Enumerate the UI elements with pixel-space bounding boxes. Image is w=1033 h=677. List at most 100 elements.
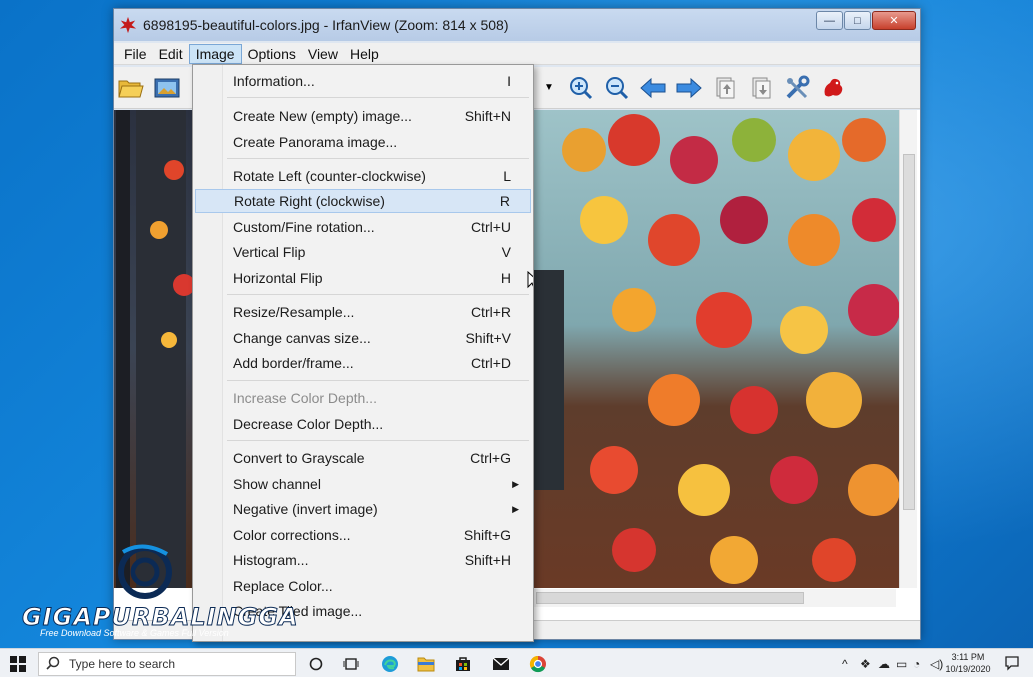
store-button[interactable] <box>453 654 473 674</box>
taskbar: Type here to search ^ ❖ ☁ ▭ ◔ ◁) 3:11 PM… <box>0 648 1033 677</box>
menu-item-information[interactable]: Information... I <box>195 69 531 93</box>
menu-bar: File Edit Image Options View Help <box>114 43 920 65</box>
chrome-button[interactable] <box>528 654 548 674</box>
menu-item-label: Change canvas size... <box>233 330 371 346</box>
watermark-brand: GIGAPURBALINGGA <box>22 603 299 632</box>
zoom-in-button[interactable] <box>568 75 594 101</box>
menu-item-histogram[interactable]: Histogram... Shift+H <box>195 548 531 572</box>
menu-item-canvas-size[interactable]: Change canvas size... Shift+V <box>195 326 531 350</box>
previous-image-button[interactable] <box>640 75 666 101</box>
menu-view[interactable]: View <box>302 45 344 63</box>
menu-item-resize[interactable]: Resize/Resample... Ctrl+R <box>195 300 531 324</box>
menu-item-shortcut: Ctrl+R <box>470 304 511 320</box>
menu-item-add-border[interactable]: Add border/frame... Ctrl+D <box>195 351 531 375</box>
search-placeholder: Type here to search <box>69 657 176 671</box>
menu-item-rotate-left[interactable]: Rotate Left (counter-clockwise) L <box>195 164 531 188</box>
menu-file[interactable]: File <box>118 45 153 63</box>
dropbox-icon[interactable]: ❖ <box>860 657 871 671</box>
vertical-scrollbar[interactable] <box>899 110 917 588</box>
window-title: 6898195-beautiful-colors.jpg - IrfanView… <box>143 17 509 33</box>
menu-image[interactable]: Image <box>188 43 242 64</box>
minimize-button[interactable]: — <box>816 11 843 30</box>
title-bar[interactable]: 6898195-beautiful-colors.jpg - IrfanView… <box>114 9 920 41</box>
cortana-circle-icon <box>309 657 323 671</box>
menu-item-grayscale[interactable]: Convert to Grayscale Ctrl+G <box>195 446 531 470</box>
menu-item-custom-rotation[interactable]: Custom/Fine rotation... Ctrl+U <box>195 215 531 239</box>
menu-item-label: Create New (empty) image... <box>233 108 412 124</box>
horizontal-scrollbar[interactable] <box>534 589 896 607</box>
menu-item-vertical-flip[interactable]: Vertical Flip V <box>195 240 531 264</box>
minimize-icon: — <box>824 14 835 27</box>
close-button[interactable]: ✕ <box>872 11 916 30</box>
taskbar-search-box[interactable]: Type here to search <box>38 652 296 676</box>
menu-item-create-new[interactable]: Create New (empty) image... Shift+N <box>195 104 531 128</box>
task-view-button[interactable] <box>341 654 361 674</box>
chevron-down-icon: ▼ <box>544 81 554 93</box>
next-image-button[interactable] <box>676 75 702 101</box>
vertical-scroll-thumb[interactable] <box>903 154 915 510</box>
onedrive-icon[interactable]: ☁ <box>878 657 890 671</box>
taskbar-clock[interactable]: 3:11 PM 10/19/2020 <box>944 651 992 675</box>
menu-item-increase-color-depth: Increase Color Depth... <box>195 386 531 410</box>
menu-options[interactable]: Options <box>242 45 302 63</box>
page-down-button[interactable] <box>748 75 774 101</box>
task-view-icon <box>343 658 359 670</box>
menu-item-show-channel[interactable]: Show channel ▶ <box>195 472 531 496</box>
menu-item-label: Show channel <box>233 476 321 492</box>
edge-icon <box>382 656 398 672</box>
menu-item-label: Rotate Right (clockwise) <box>234 193 385 209</box>
horizontal-scroll-thumb[interactable] <box>536 592 804 604</box>
cortana-button[interactable] <box>306 654 326 674</box>
menu-item-create-panorama[interactable]: Create Panorama image... <box>195 130 531 154</box>
slideshow-icon <box>154 78 180 98</box>
menu-item-decrease-color-depth[interactable]: Decrease Color Depth... <box>195 412 531 436</box>
maximize-button[interactable]: □ <box>844 11 871 30</box>
settings-button[interactable] <box>784 75 810 101</box>
menu-item-label: Rotate Left (counter-clockwise) <box>233 168 426 184</box>
watermark-tagline: Free Download Software & Games Full Vers… <box>40 628 229 638</box>
battery-icon[interactable]: ▭ <box>896 657 907 671</box>
settings-tools-icon <box>786 75 810 99</box>
menu-item-label: Custom/Fine rotation... <box>233 219 375 235</box>
mail-button[interactable] <box>491 654 511 674</box>
zoom-dropdown[interactable]: ▼ <box>534 75 564 99</box>
open-file-button[interactable] <box>118 75 144 101</box>
network-icon[interactable]: ◔ <box>913 657 920 671</box>
menu-item-negative[interactable]: Negative (invert image) ▶ <box>195 497 531 521</box>
menu-item-label: Create Panorama image... <box>233 134 398 150</box>
volume-icon[interactable]: ◁) <box>930 657 943 671</box>
menu-item-shortcut: Ctrl+D <box>470 355 511 371</box>
menu-item-replace-color[interactable]: Replace Color... <box>195 574 531 598</box>
notification-icon[interactable] <box>1004 655 1020 671</box>
menu-item-label: Vertical Flip <box>233 244 306 260</box>
menu-separator <box>227 158 529 159</box>
menu-item-horizontal-flip[interactable]: Horizontal Flip H <box>195 266 531 290</box>
irfanview-app-icon <box>119 16 137 34</box>
menu-item-label: Color corrections... <box>233 527 351 543</box>
menu-item-rotate-right[interactable]: Rotate Right (clockwise) R <box>195 189 531 213</box>
menu-edit[interactable]: Edit <box>153 45 189 63</box>
next-arrow-icon <box>676 77 702 99</box>
tray-expand-icon[interactable]: ^ <box>842 657 848 671</box>
zoom-in-icon <box>570 77 593 100</box>
menu-separator <box>227 380 529 381</box>
slideshow-button[interactable] <box>154 75 180 101</box>
about-button[interactable] <box>820 75 846 101</box>
file-explorer-button[interactable] <box>416 654 436 674</box>
page-up-button[interactable] <box>712 75 738 101</box>
menu-item-label: Replace Color... <box>233 578 333 594</box>
menu-item-color-corrections[interactable]: Color corrections... Shift+G <box>195 523 531 547</box>
page-down-icon <box>752 77 771 99</box>
windows-start-icon[interactable] <box>10 656 26 672</box>
edge-button[interactable] <box>380 654 400 674</box>
store-bag-icon <box>456 657 470 671</box>
submenu-arrow-icon: ▶ <box>512 503 519 514</box>
image-menu-dropdown: Information... I Create New (empty) imag… <box>192 64 534 642</box>
menu-item-label: Horizontal Flip <box>233 270 323 286</box>
menu-separator <box>227 440 529 441</box>
mail-icon <box>492 657 510 670</box>
zoom-out-button[interactable] <box>604 75 630 101</box>
menu-help[interactable]: Help <box>344 45 385 63</box>
menu-item-shortcut: R <box>499 193 510 209</box>
window-controls: — □ ✕ <box>816 11 916 30</box>
